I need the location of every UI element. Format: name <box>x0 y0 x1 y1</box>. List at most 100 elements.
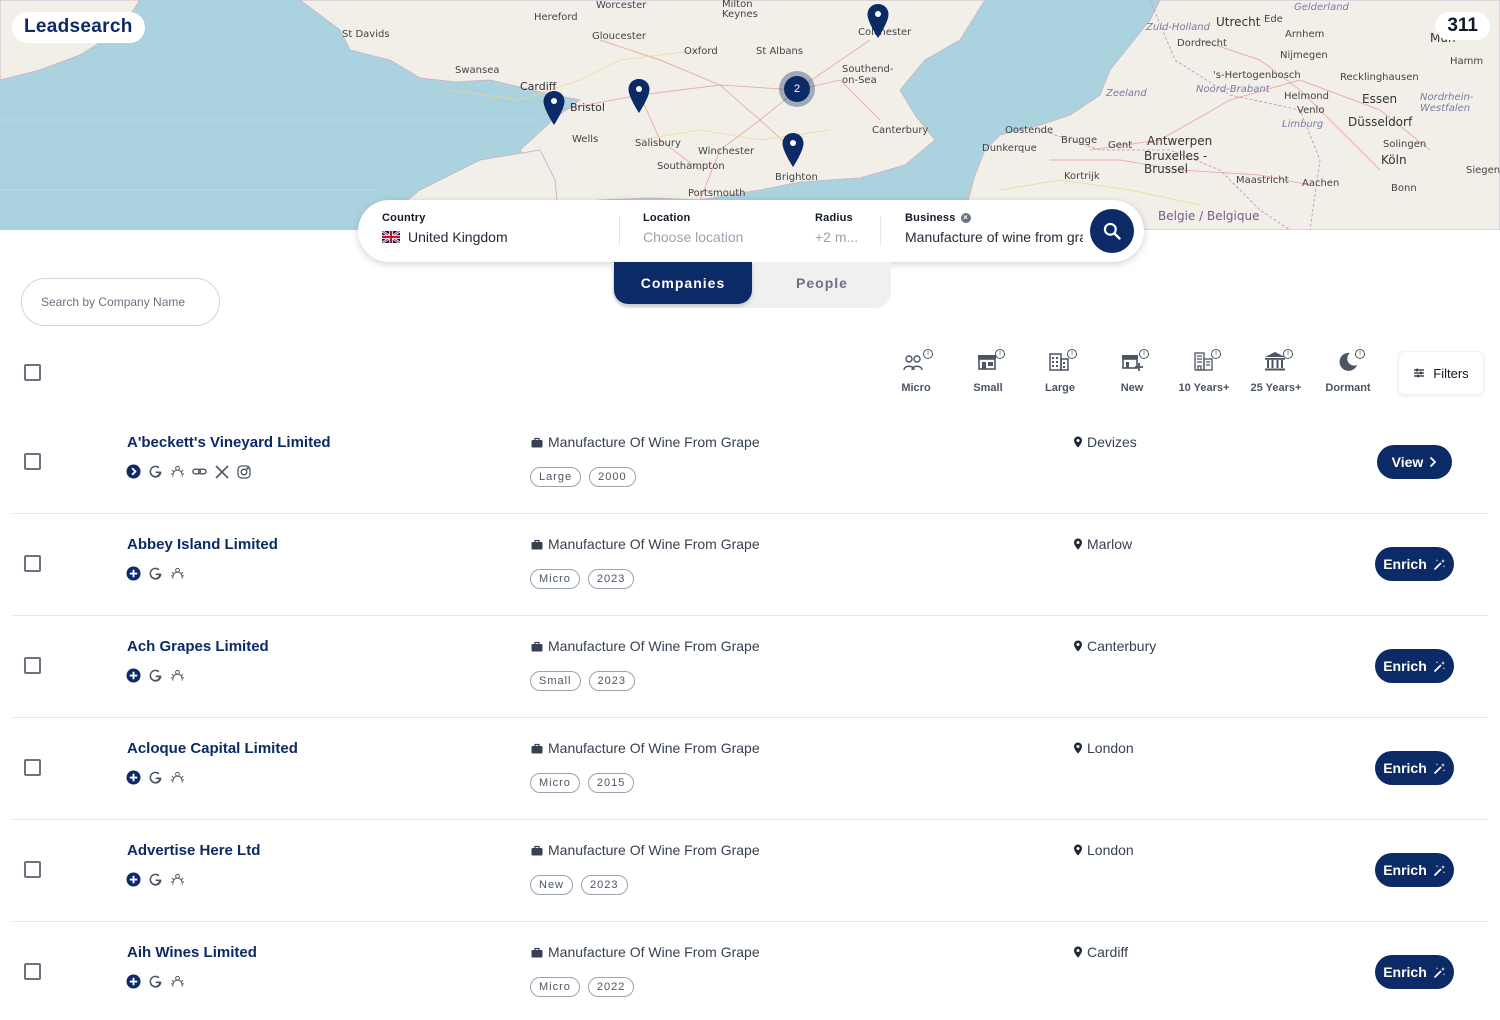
info-icon[interactable]: i <box>995 349 1005 359</box>
map-label: Oostende <box>1005 125 1054 136</box>
company-name[interactable]: Advertise Here Ltd <box>127 842 260 859</box>
companies-house-icon[interactable] <box>170 464 185 479</box>
company-row: Ach Grapes Limited Manufacture Of Wine F… <box>12 616 1488 718</box>
verified-icon[interactable] <box>126 464 141 479</box>
view-label: View <box>1391 454 1424 470</box>
map-pin-icon[interactable] <box>781 132 805 168</box>
tab-people[interactable]: People <box>753 262 891 304</box>
country-field[interactable]: Country United Kingdom <box>382 212 612 245</box>
year-tag: 2000 <box>589 467 636 487</box>
enrich-button[interactable]: Enrich <box>1375 751 1454 785</box>
add-icon[interactable] <box>126 668 141 683</box>
company-name[interactable]: Aih Wines Limited <box>127 944 257 961</box>
row-checkbox[interactable] <box>24 657 41 674</box>
companies-house-icon[interactable] <box>170 566 185 581</box>
filter-new[interactable]: i New <box>1100 349 1164 394</box>
map-label: Brighton <box>775 172 818 183</box>
link-icon[interactable] <box>192 464 207 479</box>
filter-large[interactable]: i Large <box>1028 349 1092 394</box>
location-pin-icon <box>1074 844 1082 856</box>
app-logo[interactable]: Leadsearch <box>12 12 145 43</box>
map-cluster-marker[interactable]: 2 <box>779 71 815 107</box>
info-icon[interactable]: i <box>923 349 933 359</box>
location-pin-icon <box>1074 742 1082 754</box>
filter-micro[interactable]: i Micro <box>884 349 948 394</box>
country-value: United Kingdom <box>408 229 508 245</box>
info-icon[interactable]: i <box>1211 349 1221 359</box>
company-tags: Large 2000 <box>530 467 636 487</box>
filter-25-years[interactable]: i 25 Years+ <box>1244 349 1308 394</box>
filter-label: Micro <box>901 382 931 394</box>
clear-icon[interactable]: × <box>960 213 971 223</box>
location-field[interactable]: Location Choose location <box>643 212 793 245</box>
company-socials <box>126 464 251 479</box>
company-name[interactable]: A'beckett's Vineyard Limited <box>127 434 331 451</box>
add-icon[interactable] <box>126 566 141 581</box>
google-icon[interactable] <box>148 974 163 989</box>
filter-10-years[interactable]: i 10 Years+ <box>1172 349 1236 394</box>
row-checkbox[interactable] <box>24 555 41 572</box>
select-all-checkbox[interactable] <box>24 364 41 381</box>
x-twitter-icon[interactable] <box>214 464 229 479</box>
google-icon[interactable] <box>148 872 163 887</box>
tab-companies[interactable]: Companies <box>614 262 752 304</box>
info-icon[interactable]: i <box>1067 349 1077 359</box>
add-icon[interactable] <box>126 974 141 989</box>
companies-house-icon[interactable] <box>170 974 185 989</box>
row-checkbox[interactable] <box>24 861 41 878</box>
company-industry: Manufacture Of Wine From Grape <box>531 842 760 858</box>
year-tag: 2015 <box>587 773 635 793</box>
google-icon[interactable] <box>148 770 163 785</box>
map-label: Essen <box>1362 92 1398 106</box>
map-pin-icon[interactable] <box>627 78 651 114</box>
companies-house-icon[interactable] <box>170 668 185 683</box>
add-icon[interactable] <box>126 872 141 887</box>
filters-button[interactable]: Filters <box>1398 351 1484 395</box>
cluster-count: 2 <box>784 76 810 102</box>
map-label: St Davids <box>342 29 390 40</box>
map-label: Bruxelles - Brussel <box>1144 149 1208 176</box>
company-name[interactable]: Ach Grapes Limited <box>127 638 269 655</box>
view-button[interactable]: View <box>1377 445 1452 479</box>
enrich-button[interactable]: Enrich <box>1375 547 1454 581</box>
map-label: Gent <box>1108 140 1133 151</box>
add-icon[interactable] <box>126 770 141 785</box>
filter-small[interactable]: i Small <box>956 349 1020 394</box>
map-label: Bristol <box>570 101 605 114</box>
companies-house-icon[interactable] <box>170 872 185 887</box>
google-icon[interactable] <box>148 668 163 683</box>
row-checkbox[interactable] <box>24 759 41 776</box>
radius-field[interactable]: Radius +2 m... <box>815 212 870 245</box>
filter-dormant[interactable]: i Dormant <box>1316 349 1380 394</box>
map-label: Siegen <box>1466 165 1500 176</box>
map[interactable]: Hereford Worcester Milton Keynes St Davi… <box>0 0 1500 230</box>
company-tags: Small 2023 <box>530 671 635 691</box>
enrich-button[interactable]: Enrich <box>1375 649 1454 683</box>
info-icon[interactable]: i <box>1283 349 1293 359</box>
enrich-button[interactable]: Enrich <box>1375 853 1454 887</box>
companies-house-icon[interactable] <box>170 770 185 785</box>
google-icon[interactable] <box>148 464 163 479</box>
industry-text: Manufacture Of Wine From Grape <box>548 944 760 960</box>
company-name[interactable]: Acloque Capital Limited <box>127 740 298 757</box>
magic-wand-icon <box>1433 864 1445 876</box>
company-name-search-input[interactable] <box>21 278 220 326</box>
map-label: Köln <box>1381 153 1407 167</box>
company-name[interactable]: Abbey Island Limited <box>127 536 278 553</box>
search-button[interactable] <box>1090 209 1134 253</box>
filter-label: 10 Years+ <box>1178 382 1230 394</box>
map-pin-icon[interactable] <box>542 90 566 126</box>
instagram-icon[interactable] <box>236 464 251 479</box>
map-pin-icon[interactable] <box>866 3 890 39</box>
business-field[interactable]: Business × Manufacture of wine from grape <box>905 212 1085 245</box>
row-checkbox[interactable] <box>24 453 41 470</box>
enrich-button[interactable]: Enrich <box>1375 955 1454 989</box>
company-row: Acloque Capital Limited Manufacture Of W… <box>12 718 1488 820</box>
radius-placeholder: +2 m... <box>815 229 859 245</box>
google-icon[interactable] <box>148 566 163 581</box>
location-pin-icon <box>1074 946 1082 958</box>
info-icon[interactable]: i <box>1139 349 1149 359</box>
info-icon[interactable]: i <box>1355 349 1365 359</box>
company-tags: Micro 2015 <box>530 773 635 793</box>
row-checkbox[interactable] <box>24 963 41 980</box>
